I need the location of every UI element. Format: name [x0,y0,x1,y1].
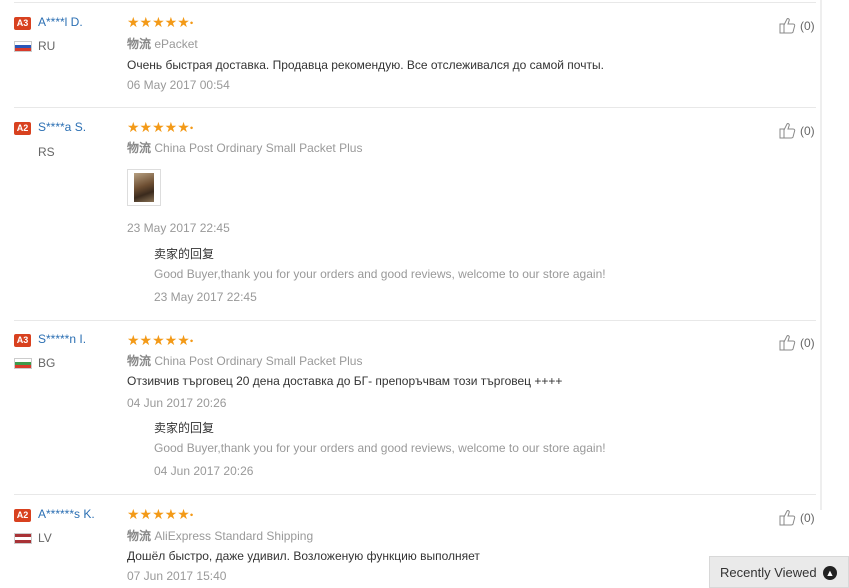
review-photo[interactable] [127,169,161,206]
star-rating-value: ★★★★★ [127,332,190,348]
star-rating: ★★★★★● [127,332,194,348]
seller-reply-date: 04 Jun 2017 20:26 [154,464,254,478]
review-item: A3 A****l D. RU ★★★★★● 物流 ePacket Очень … [14,3,816,108]
logistics-method: ePacket [154,37,198,51]
buyer-country: RS [38,145,55,159]
helpful-button[interactable]: (0) [779,509,815,526]
logistics-label: 物流 [127,354,152,368]
helpful-button[interactable]: (0) [779,334,815,351]
seller-reply-title: 卖家的回复 [154,247,215,261]
chevron-up-icon: ▲ [823,566,837,580]
review-item: A2 S****a S. RS ★★★★★● 物流 China Post Ord… [14,108,816,321]
helpful-count: (0) [800,335,815,350]
review-text: Дошёл быстро, даже удивил. Возложеную фу… [127,549,480,563]
logistics-info: 物流 China Post Ordinary Small Packet Plus [127,352,362,369]
buyer-name[interactable]: A****l D. [38,15,83,29]
review-item: A2 A******s K. LV ★★★★★● 物流 AliExpress S… [14,495,816,588]
review-item: A3 S*****n I. BG ★★★★★● 物流 China Post Or… [14,321,816,495]
seller-reply-title: 卖家的回复 [154,421,215,435]
star-rating-value: ★★★★★ [127,119,190,135]
helpful-button[interactable]: (0) [779,17,815,34]
buyer-name[interactable]: A******s K. [38,507,95,521]
logistics-info: 物流 ePacket [127,35,198,52]
buyer-name[interactable]: S****a S. [38,120,86,134]
buyer-level-badge: A2 [14,509,31,522]
buyer-name[interactable]: S*****n I. [38,332,86,346]
buyer-country: RU [38,39,56,53]
recently-viewed-button[interactable]: Recently Viewed ▲ [709,556,849,588]
star-rating: ★★★★★● [127,119,194,135]
star-rating-value: ★★★★★ [127,14,190,30]
buyer-level-badge: A3 [14,17,31,30]
star-rating: ★★★★★● [127,506,194,522]
review-text: Отзивчив търговец 20 дена доставка до БГ… [127,374,563,388]
review-date: 23 May 2017 22:45 [127,221,230,235]
logistics-info: 物流 AliExpress Standard Shipping [127,527,313,544]
recently-viewed-label: Recently Viewed [720,564,817,580]
logistics-label: 物流 [127,37,152,51]
logistics-method: AliExpress Standard Shipping [154,529,314,543]
flag-icon [14,41,32,52]
thumbs-up-icon [779,18,796,34]
review-date: 04 Jun 2017 20:26 [127,396,227,410]
seller-reply-text: Good Buyer,thank you for your orders and… [154,441,606,455]
scrollbar-track[interactable] [820,0,822,510]
seller-reply-date: 23 May 2017 22:45 [154,290,257,304]
helpful-count: (0) [800,18,815,33]
logistics-label: 物流 [127,141,152,155]
flag-icon [14,358,32,369]
buyer-country: LV [38,531,52,545]
helpful-count: (0) [800,510,815,525]
review-date: 06 May 2017 00:54 [127,78,230,92]
thumbs-up-icon [779,335,796,351]
review-text: Очень быстрая доставка. Продавца рекомен… [127,58,604,72]
helpful-button[interactable]: (0) [779,122,815,139]
logistics-label: 物流 [127,529,152,543]
logistics-method: China Post Ordinary Small Packet Plus [154,354,363,368]
seller-reply-text: Good Buyer,thank you for your orders and… [154,267,606,281]
thumbs-up-icon [779,510,796,526]
buyer-country: BG [38,356,56,370]
logistics-method: China Post Ordinary Small Packet Plus [154,141,363,155]
buyer-level-badge: A2 [14,122,31,135]
star-rating: ★★★★★● [127,14,194,30]
thumbs-up-icon [779,123,796,139]
review-date: 07 Jun 2017 15:40 [127,569,227,583]
logistics-info: 物流 China Post Ordinary Small Packet Plus [127,139,362,156]
helpful-count: (0) [800,123,815,138]
buyer-level-badge: A3 [14,334,31,347]
flag-icon [14,533,32,544]
star-rating-value: ★★★★★ [127,506,190,522]
